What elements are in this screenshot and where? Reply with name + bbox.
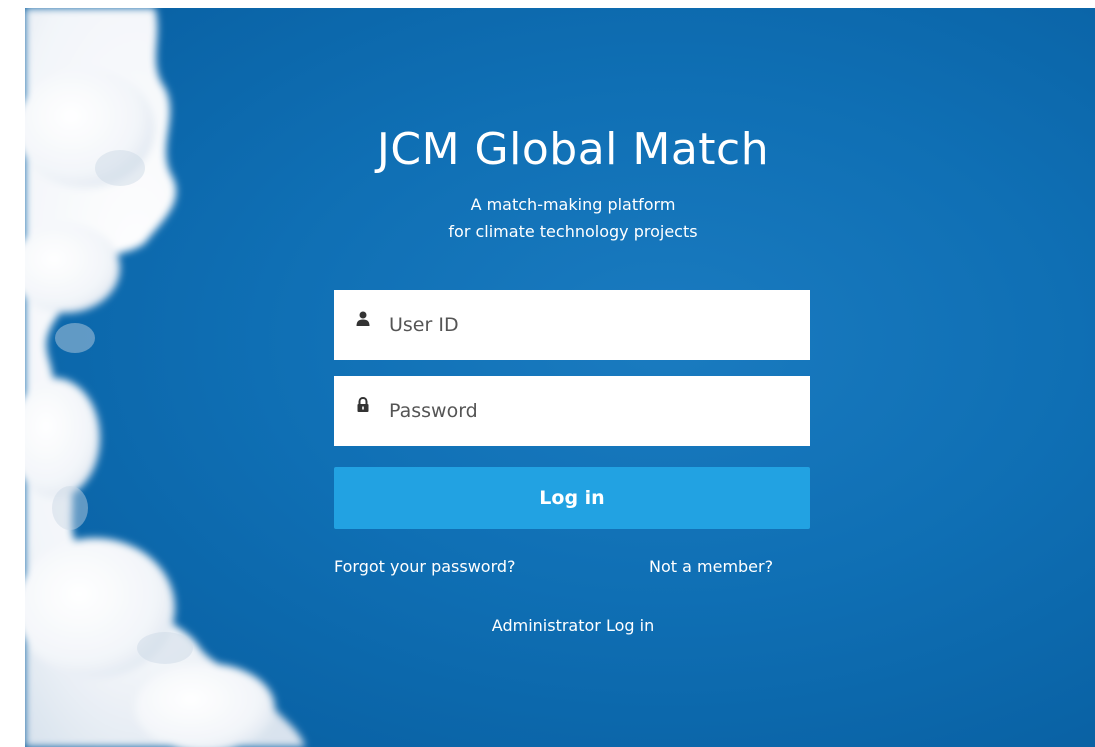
app-title: JCM Global Match: [376, 124, 770, 175]
user-id-input[interactable]: [389, 290, 789, 360]
login-button[interactable]: Log in: [334, 467, 810, 529]
admin-login-link[interactable]: Administrator Log in: [315, 615, 831, 637]
user-icon: [356, 311, 370, 326]
app-subtitle: A match-making platform for climate tech…: [315, 191, 831, 245]
not-member-link[interactable]: Not a member?: [649, 556, 773, 578]
lock-icon: [357, 397, 369, 412]
password-field[interactable]: [334, 376, 810, 446]
forgot-password-link[interactable]: Forgot your password?: [334, 556, 516, 578]
login-page: JCM Global Match A match-making platform…: [25, 8, 1095, 747]
cloud-background-image: [25, 8, 305, 747]
user-id-field[interactable]: [334, 290, 810, 360]
password-input[interactable]: [389, 376, 789, 446]
subtitle-line-1: A match-making platform: [470, 195, 676, 214]
subtitle-line-2: for climate technology projects: [448, 222, 698, 241]
